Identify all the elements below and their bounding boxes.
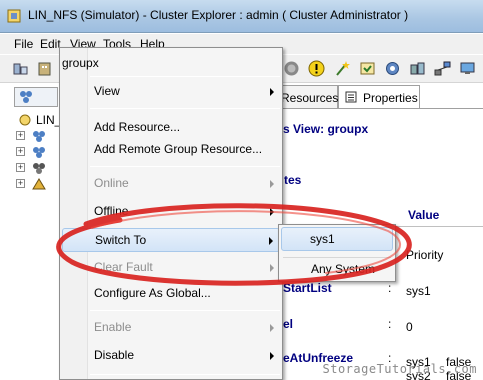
menu-item-label: Switch To xyxy=(95,233,147,247)
cluster-app-icon xyxy=(7,9,21,23)
menu-item-add-resource[interactable]: Add Resource... xyxy=(62,116,280,140)
menu-item-clear-fault: Clear Fault xyxy=(62,256,280,280)
tab-properties[interactable]: Properties xyxy=(338,85,420,109)
building-icon[interactable] xyxy=(36,60,53,77)
properties-view-heading: s View: groupx xyxy=(283,122,369,136)
row-value: Priority xyxy=(406,248,444,262)
system-icon xyxy=(33,163,45,174)
title-bar: LIN_NFS (Simulator) - Cluster Explorer :… xyxy=(0,0,483,33)
submenu-item-sys1[interactable]: sys1 xyxy=(281,227,393,251)
menu-item-disable[interactable]: Disable xyxy=(62,344,280,368)
submenu-arrow-icon xyxy=(270,208,274,216)
alert-icon[interactable] xyxy=(308,60,325,77)
menu-separator xyxy=(90,76,280,77)
submenu-arrow-icon xyxy=(270,352,274,360)
menu-edit[interactable]: Edit xyxy=(40,37,61,51)
gear-icon[interactable] xyxy=(384,60,401,77)
row-value: sys1 xyxy=(406,284,431,298)
menu-item-add-remote-group-resource[interactable]: Add Remote Group Resource... xyxy=(62,138,280,162)
menu-item-label: Enable xyxy=(94,320,132,334)
menu-item-label: Online xyxy=(94,176,129,190)
row-key: el xyxy=(283,317,294,331)
attributes-section-heading: tes xyxy=(284,173,302,187)
context-menu-header: groupx xyxy=(62,56,99,70)
switch-to-submenu: sys1 Any System xyxy=(278,224,396,282)
context-menu: groupx View Add Resource... Add Remote G… xyxy=(59,47,283,380)
menu-separator xyxy=(90,166,280,167)
row-key: StartList xyxy=(283,281,332,295)
row-sep: : xyxy=(388,317,392,331)
cluster-root-icon xyxy=(19,114,31,126)
menu-separator xyxy=(90,374,280,375)
tree-view-tab[interactable] xyxy=(14,87,58,107)
tree-item-3[interactable]: + xyxy=(16,161,61,175)
row-value: 0 xyxy=(406,320,413,334)
menu-item-label: Offline xyxy=(94,204,129,218)
expand-icon[interactable]: + xyxy=(16,147,25,156)
wizard-icon[interactable] xyxy=(334,60,351,77)
menu-item-label: Disable xyxy=(94,348,135,362)
expand-icon[interactable]: + xyxy=(16,163,25,172)
tab-resources-label: Resources xyxy=(281,91,339,105)
menu-item-label: Clear Fault xyxy=(94,260,153,274)
menu-item-enable: Enable xyxy=(62,316,280,340)
servers-icon[interactable] xyxy=(409,60,426,77)
import-icon[interactable] xyxy=(359,60,376,77)
tree-root-label: LIN_ xyxy=(36,113,62,127)
resource-icon xyxy=(32,178,46,190)
group-icon xyxy=(33,131,45,142)
record-icon[interactable] xyxy=(283,60,300,77)
watermark: StorageTutorials.com xyxy=(322,362,477,376)
network-icon[interactable] xyxy=(434,60,451,77)
tree-item-2[interactable]: + xyxy=(16,145,61,159)
group-icon xyxy=(33,147,45,158)
monitor-icon[interactable] xyxy=(459,60,476,77)
menu-item-online: Online xyxy=(62,172,280,196)
menu-item-configure-as-global[interactable]: Configure As Global... xyxy=(62,282,280,306)
tree-item-4[interactable]: + xyxy=(16,177,61,191)
menu-item-label: View xyxy=(94,84,120,98)
row-sep: : xyxy=(388,281,392,295)
window-title: LIN_NFS (Simulator) - Cluster Explorer :… xyxy=(28,8,409,22)
submenu-arrow-icon xyxy=(270,264,274,272)
submenu-arrow-icon xyxy=(270,324,274,332)
menu-item-view[interactable]: View xyxy=(62,80,280,104)
menu-item-label: Configure As Global... xyxy=(94,286,211,300)
cluster-tree-icon xyxy=(20,91,32,103)
submenu-arrow-icon xyxy=(269,237,273,245)
tab-properties-label: Properties xyxy=(363,91,418,105)
menu-item-label: Add Remote Group Resource... xyxy=(94,142,263,156)
menu-separator xyxy=(90,108,280,109)
tree-item-1[interactable]: + xyxy=(16,129,61,143)
menu-item-label: Add Resource... xyxy=(94,120,181,134)
submenu-arrow-icon xyxy=(270,180,274,188)
submenu-arrow-icon xyxy=(270,88,274,96)
menu-separator xyxy=(90,310,280,311)
submenu-item-any-system[interactable]: Any System xyxy=(281,258,393,282)
submenu-item-label: Any System xyxy=(311,262,376,276)
value-column-header: Value xyxy=(408,208,440,222)
menu-item-offline[interactable]: Offline xyxy=(62,200,280,224)
submenu-item-label: sys1 xyxy=(310,232,335,246)
cluster-connect-icon[interactable] xyxy=(12,60,29,77)
expand-icon[interactable]: + xyxy=(16,179,25,188)
menu-item-switch-to[interactable]: Switch To xyxy=(62,228,280,252)
expand-icon[interactable]: + xyxy=(16,131,25,140)
properties-icon xyxy=(345,91,357,103)
menu-file[interactable]: File xyxy=(14,37,33,51)
